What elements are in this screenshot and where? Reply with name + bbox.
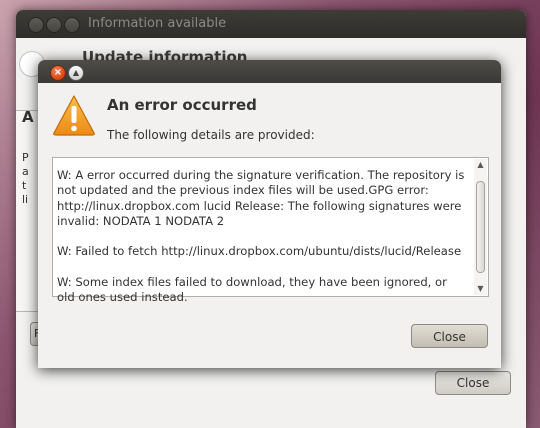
background-minimize-icon[interactable] (46, 17, 62, 33)
error-details-text[interactable]: W: A error occurred during the signature… (57, 168, 465, 306)
vertical-scrollbar[interactable]: ▲ ▼ (474, 159, 487, 295)
background-text-fragment: t (22, 179, 27, 192)
maximize-icon[interactable]: ▲ (68, 65, 84, 81)
background-window-title: Information available (88, 16, 227, 31)
dialog-subtitle: The following details are provided: (107, 128, 315, 142)
close-icon[interactable]: × (50, 65, 66, 81)
background-close-button[interactable]: Close (435, 371, 511, 395)
scroll-up-icon[interactable]: ▲ (474, 159, 487, 171)
background-text-fragment: li (22, 193, 29, 206)
background-titlebar: Information available (16, 10, 526, 38)
background-text-fragment: A (22, 108, 34, 126)
error-details-textview[interactable]: W: A error occurred during the signature… (52, 157, 489, 304)
warning-icon (53, 95, 95, 136)
scroll-down-icon[interactable]: ▼ (474, 283, 487, 295)
dialog-titlebar: × ▲ (38, 60, 501, 83)
background-text-fragment: P (22, 151, 29, 164)
background-close-icon[interactable] (28, 17, 44, 33)
background-maximize-icon[interactable] (64, 17, 80, 33)
dialog-heading: An error occurred (107, 96, 257, 114)
close-button[interactable]: Close (411, 324, 488, 348)
scroll-thumb[interactable] (476, 181, 485, 273)
error-dialog: × ▲ An error occurred The following deta… (38, 60, 501, 368)
background-text-fragment: a (22, 165, 29, 178)
